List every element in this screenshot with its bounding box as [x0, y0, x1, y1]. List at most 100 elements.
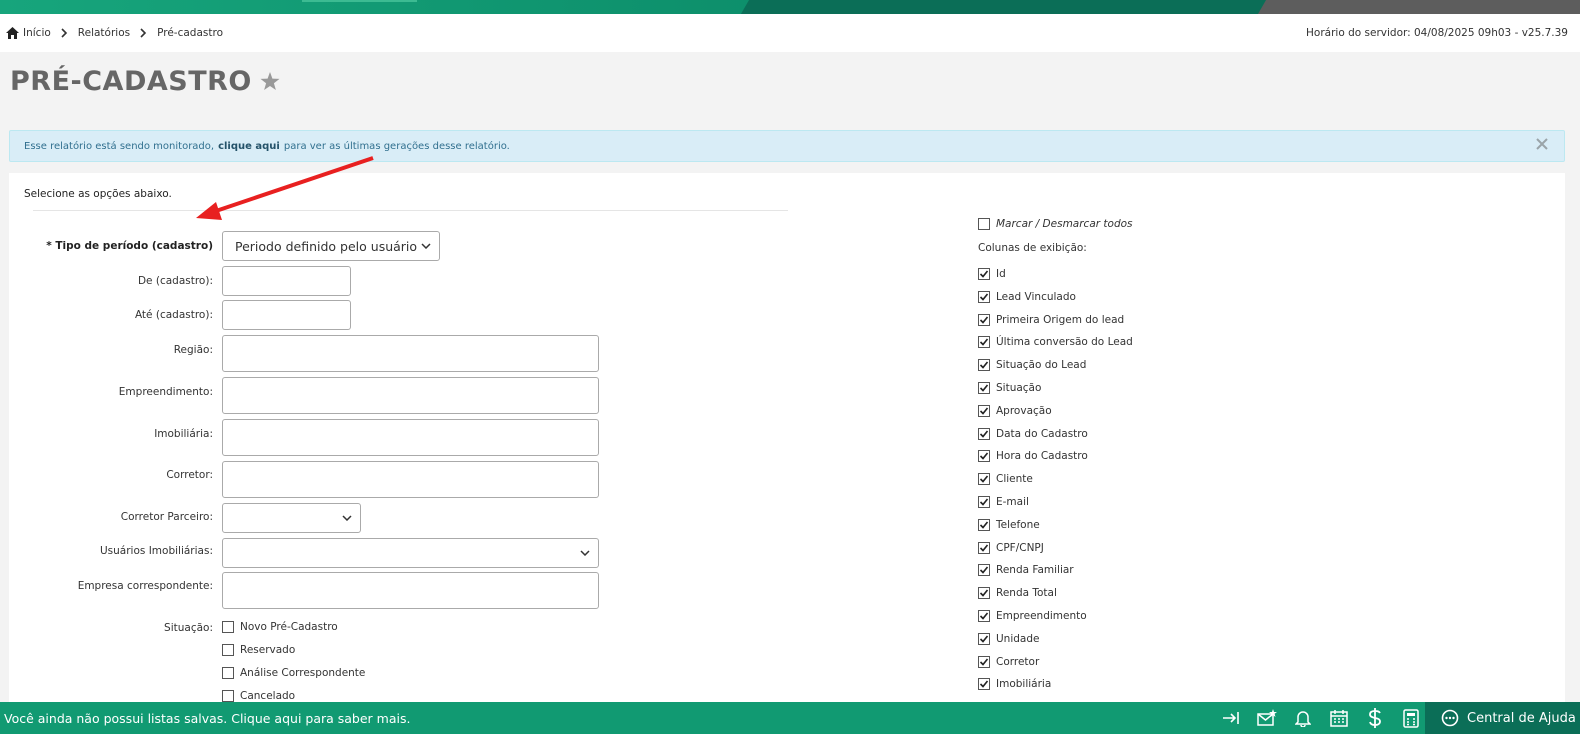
correspondent-company-label: Empresa correspondente: — [77, 580, 213, 592]
display-column-checkbox[interactable] — [978, 450, 990, 463]
display-column-checkbox[interactable] — [978, 473, 990, 486]
display-column-option[interactable]: Aprovação — [978, 404, 1052, 417]
display-column-checkbox[interactable] — [978, 336, 990, 349]
display-column-label: Lead Vinculado — [996, 290, 1076, 303]
status-option-label: Análise Correspondente — [240, 667, 366, 679]
display-column-checkbox[interactable] — [978, 359, 990, 372]
status-checkbox[interactable] — [222, 667, 234, 679]
display-column-checkbox[interactable] — [978, 427, 990, 440]
display-column-label: E-mail — [996, 496, 1029, 508]
display-column-checkbox[interactable] — [978, 518, 990, 531]
display-column-option[interactable]: Situação — [978, 382, 1041, 394]
display-column-option[interactable]: Renda Familiar — [978, 564, 1074, 577]
display-column-label: Imobiliária — [996, 678, 1052, 691]
display-column-option[interactable]: Id — [978, 268, 1006, 280]
display-column-option[interactable]: Lead Vinculado — [978, 290, 1076, 303]
development-multiselect[interactable] — [222, 377, 599, 414]
region-label: Região: — [173, 344, 213, 356]
mail-star-icon[interactable] — [1256, 708, 1278, 728]
display-column-option[interactable]: Imobiliária — [978, 678, 1052, 691]
breadcrumb: Início Relatórios Pré-cadastro Horário d… — [0, 14, 1580, 52]
display-column-label: Empreendimento — [996, 610, 1087, 622]
partner-broker-select[interactable] — [222, 503, 361, 533]
saved-lists-message[interactable]: Você ainda não possui listas salvas. Cli… — [0, 711, 410, 726]
broker-multiselect[interactable] — [222, 461, 599, 498]
from-date-input[interactable] — [222, 266, 351, 296]
display-column-option[interactable]: Cliente — [978, 473, 1033, 486]
breadcrumb-home[interactable]: Início — [6, 27, 51, 39]
display-column-option[interactable]: Telefone — [978, 518, 1040, 531]
display-column-option[interactable]: Data do Cadastro — [978, 427, 1088, 440]
display-column-option[interactable]: E-mail — [978, 496, 1029, 508]
display-column-option[interactable]: Situação do Lead — [978, 359, 1086, 372]
favorite-star-icon[interactable] — [260, 72, 280, 91]
correspondent-company-multiselect[interactable] — [222, 572, 599, 609]
help-center-button[interactable]: Central de Ajuda — [1425, 702, 1580, 734]
display-column-option[interactable]: Empreendimento — [978, 610, 1087, 622]
display-column-checkbox[interactable] — [978, 587, 990, 600]
chevron-down-icon — [580, 550, 590, 556]
realestate-users-label: Usuários Imobiliárias: — [100, 545, 213, 557]
status-checkbox[interactable] — [222, 621, 234, 633]
display-column-option[interactable]: Última conversão do Lead — [978, 336, 1133, 349]
display-column-label: Renda Familiar — [996, 564, 1074, 577]
bottom-bar: Você ainda não possui listas salvas. Cli… — [0, 702, 1580, 734]
status-option[interactable]: Análise Correspondente — [222, 667, 365, 679]
page-title: PRÉ-CADASTRO — [10, 66, 252, 97]
status-checkbox[interactable] — [222, 690, 234, 702]
display-column-checkbox[interactable] — [978, 541, 990, 554]
chat-icon — [1441, 709, 1459, 727]
broker-label: Corretor: — [166, 469, 213, 481]
dollar-icon[interactable] — [1364, 708, 1386, 728]
instructions-text: Selecione as opções abaixo. — [24, 188, 172, 200]
display-column-label: Aprovação — [996, 404, 1052, 417]
period-type-label: * Tipo de período (cadastro) — [46, 240, 213, 252]
display-column-checkbox[interactable] — [978, 290, 990, 303]
display-column-checkbox[interactable] — [978, 382, 990, 394]
display-column-checkbox[interactable] — [978, 610, 990, 622]
display-column-label: Unidade — [996, 632, 1040, 645]
status-option-label: Cancelado — [240, 690, 296, 702]
display-column-option[interactable]: Hora do Cadastro — [978, 450, 1088, 463]
display-column-checkbox[interactable] — [978, 564, 990, 577]
display-column-label: Corretor — [996, 655, 1040, 668]
display-column-checkbox[interactable] — [978, 678, 990, 691]
close-icon[interactable] — [1536, 138, 1548, 150]
display-column-option[interactable]: CPF/CNPJ — [978, 541, 1044, 554]
status-option-label: Novo Pré-Cadastro — [240, 621, 338, 633]
top-header-bar — [0, 0, 1580, 14]
bell-icon[interactable] — [1292, 708, 1314, 728]
display-column-option[interactable]: Unidade — [978, 632, 1040, 645]
calculator-icon[interactable] — [1400, 708, 1422, 728]
calendar-icon[interactable] — [1328, 708, 1350, 728]
realestate-users-select[interactable] — [222, 538, 599, 568]
status-option[interactable]: Reservado — [222, 644, 295, 656]
display-column-checkbox[interactable] — [978, 496, 990, 508]
breadcrumb-reports[interactable]: Relatórios — [78, 27, 130, 39]
toggle-all-columns[interactable]: Marcar / Desmarcar todos — [978, 218, 1133, 230]
status-option[interactable]: Cancelado — [222, 690, 295, 702]
realestate-label: Imobiliária: — [154, 428, 213, 440]
alert-link[interactable]: clique aqui — [218, 141, 280, 152]
breadcrumb-current: Pré-cadastro — [157, 27, 223, 39]
toggle-all-checkbox[interactable] — [978, 218, 990, 230]
home-icon — [6, 27, 19, 39]
status-option[interactable]: Novo Pré-Cadastro — [222, 621, 338, 633]
display-column-checkbox[interactable] — [978, 632, 990, 645]
display-column-label: Telefone — [996, 518, 1040, 531]
columns-heading: Colunas de exibição: — [978, 242, 1087, 254]
display-column-checkbox[interactable] — [978, 313, 990, 326]
display-column-option[interactable]: Primeira Origem do lead — [978, 313, 1124, 326]
display-column-checkbox[interactable] — [978, 268, 990, 280]
display-column-checkbox[interactable] — [978, 655, 990, 668]
region-multiselect[interactable] — [222, 335, 599, 372]
period-type-select[interactable]: Periodo definido pelo usuário — [222, 231, 440, 261]
status-checkbox[interactable] — [222, 644, 234, 656]
chevron-down-icon — [342, 515, 352, 521]
realestate-multiselect[interactable] — [222, 419, 599, 456]
display-column-option[interactable]: Corretor — [978, 655, 1040, 668]
display-column-checkbox[interactable] — [978, 404, 990, 417]
display-column-option[interactable]: Renda Total — [978, 587, 1057, 600]
collapse-arrow-icon[interactable] — [1220, 708, 1242, 728]
to-date-input[interactable] — [222, 300, 351, 330]
